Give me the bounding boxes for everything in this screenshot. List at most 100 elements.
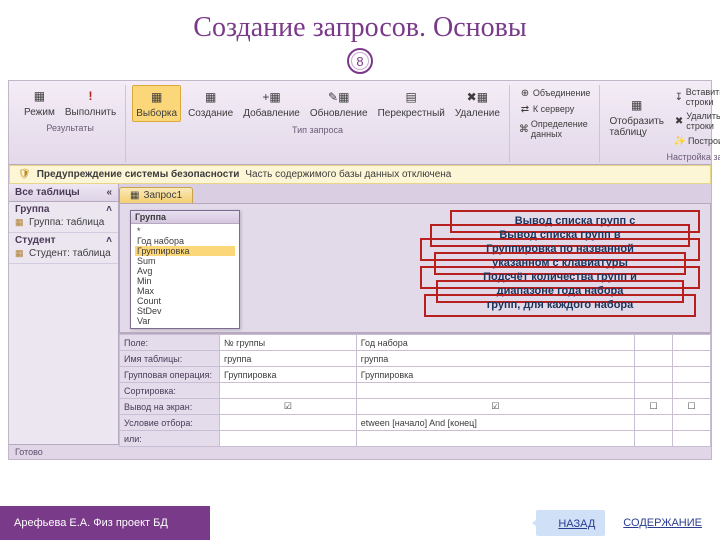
grid-cell[interactable] — [634, 383, 672, 399]
table-window-group[interactable]: Группа * Год набора Группировка Sum Avg … — [130, 210, 240, 329]
deleterows-button[interactable]: ✖Удалить строки — [671, 109, 720, 133]
grid-cell[interactable]: Группировка — [220, 367, 357, 383]
run-icon: ! — [82, 87, 100, 105]
grid-cell[interactable]: etween [начало] And [конец] — [356, 415, 634, 431]
edit-table-icon: ✎▦ — [330, 88, 348, 106]
grid-cell[interactable] — [634, 431, 672, 447]
maketable-button[interactable]: ▦Создание — [185, 86, 236, 121]
ribbon-group-results: ▦Режим !Выполнить Результаты — [15, 85, 126, 162]
grid-cell[interactable]: Группировка — [356, 367, 634, 383]
field-item[interactable]: Sum — [135, 256, 235, 266]
access-window: ▦Режим !Выполнить Результаты ▦Выборка ▦С… — [8, 80, 712, 460]
deleterow-icon: ✖ — [674, 115, 684, 127]
grid-cell[interactable] — [672, 383, 710, 399]
row-label: или: — [120, 431, 220, 447]
grid-cell[interactable]: Год набора — [356, 335, 634, 351]
chevron-left-icon[interactable]: « — [106, 187, 112, 198]
ribbon-group-querytype: ▦Выборка ▦Создание +▦Добавление ✎▦Обновл… — [126, 85, 510, 162]
chevron-up-icon[interactable]: ˄ — [106, 235, 112, 246]
select-query-button[interactable]: ▦Выборка — [132, 85, 181, 122]
field-item[interactable]: Var — [135, 316, 235, 326]
crosstab-button[interactable]: ▤Перекрестный — [375, 86, 448, 121]
append-button[interactable]: +▦Добавление — [240, 86, 303, 121]
ribbon: ▦Режим !Выполнить Результаты ▦Выборка ▦С… — [9, 81, 711, 165]
table-icon: ▦ — [148, 88, 166, 106]
field-item[interactable]: Avg — [135, 266, 235, 276]
field-item[interactable]: Группировка — [135, 246, 235, 256]
grid-cell[interactable] — [672, 367, 710, 383]
grid-cell[interactable] — [220, 383, 357, 399]
crosstab-icon: ▤ — [402, 88, 420, 106]
plus-table-icon: +▦ — [263, 88, 281, 106]
tab-query1[interactable]: ▦ Запрос1 — [119, 187, 193, 203]
navigation-pane: Все таблицы « Группа˄ Группа: таблица Ст… — [9, 184, 119, 444]
passthrough-button[interactable]: ⇄К серверу — [516, 101, 594, 117]
server-icon: ⇄ — [519, 103, 531, 115]
field-item[interactable]: * — [135, 226, 235, 236]
query-icon: ▦ — [130, 190, 139, 201]
chevron-up-icon[interactable]: ˄ — [106, 204, 112, 215]
grid-cell[interactable]: группа — [220, 351, 357, 367]
datadef-button[interactable]: ⌘Определение данных — [516, 117, 594, 141]
insertrows-button[interactable]: ↧Вставить строки — [671, 85, 720, 109]
update-button[interactable]: ✎▦Обновление — [307, 86, 371, 121]
slide-footer: Арефьева Е.А. Физ проект БД НАЗАД СОДЕРЖ… — [0, 506, 720, 540]
grid-cell[interactable] — [672, 351, 710, 367]
grid-cell[interactable] — [634, 335, 672, 351]
field-item[interactable]: Год набора — [135, 236, 235, 246]
grid-cell[interactable] — [220, 431, 357, 447]
nav-back-button[interactable]: НАЗАД — [536, 510, 605, 536]
view-button[interactable]: ▦Режим — [21, 85, 58, 120]
row-label: Условие отбора: — [120, 415, 220, 431]
security-warning-bar: 🛡 Предупреждение системы безопасности Ча… — [9, 165, 711, 184]
show-checkbox[interactable]: ☐ — [634, 399, 672, 415]
show-checkbox[interactable]: ☑ — [356, 399, 634, 415]
show-checkbox[interactable]: ☑ — [220, 399, 357, 415]
navpane-section-student: Студент˄ Студент: таблица — [9, 233, 118, 264]
row-label: Вывод на экран: — [120, 399, 220, 415]
navpane-section-group: Группа˄ Группа: таблица — [9, 202, 118, 233]
grid-cell[interactable] — [672, 335, 710, 351]
run-button[interactable]: !Выполнить — [62, 85, 119, 120]
grid-cell[interactable]: группа — [356, 351, 634, 367]
qbe-grid[interactable]: Поле: № группы Год набора Имя таблицы: г… — [119, 333, 711, 447]
union-button[interactable]: ⊕Объединение — [516, 85, 594, 101]
grid-cell[interactable] — [672, 431, 710, 447]
builder-button[interactable]: ✨Построитель — [671, 133, 720, 149]
query-design-canvas[interactable]: Группа * Год набора Группировка Sum Avg … — [119, 203, 711, 333]
field-item[interactable]: Min — [135, 276, 235, 286]
grid-icon: ▦ — [30, 87, 48, 105]
field-item[interactable]: Count — [135, 296, 235, 306]
ribbon-group-setup: ▦Отобразить таблицу ↧Вставить строки ✖Уд… — [600, 85, 720, 162]
main-area: ▦ Запрос1 Группа * Год набора Группировк… — [119, 184, 711, 444]
field-item[interactable]: StDev — [135, 306, 235, 316]
grid-cell[interactable] — [672, 415, 710, 431]
grid-cell[interactable] — [220, 415, 357, 431]
row-label: Сортировка: — [120, 383, 220, 399]
grid-cell[interactable] — [634, 367, 672, 383]
row-label: Имя таблицы: — [120, 351, 220, 367]
x-table-icon: ✖▦ — [468, 88, 486, 106]
ribbon-group-advanced: ⊕Объединение ⇄К серверу ⌘Определение дан… — [510, 85, 601, 162]
field-item[interactable]: Max — [135, 286, 235, 296]
table-window-title: Группа — [131, 211, 239, 224]
footer-author: Арефьева Е.А. Физ проект БД — [0, 506, 210, 540]
grid-cell[interactable] — [356, 431, 634, 447]
document-tabs: ▦ Запрос1 — [119, 184, 711, 203]
grid-cell[interactable] — [356, 383, 634, 399]
ddl-icon: ⌘ — [519, 123, 529, 135]
field-list[interactable]: * Год набора Группировка Sum Avg Min Max… — [131, 224, 239, 328]
navpane-item[interactable]: Группа: таблица — [15, 215, 112, 230]
grid-cell[interactable] — [634, 351, 672, 367]
callout: групп, для каждого набора — [424, 294, 696, 317]
navpane-item[interactable]: Студент: таблица — [15, 246, 112, 261]
delete-query-button[interactable]: ✖▦Удаление — [452, 86, 503, 121]
show-checkbox[interactable]: ☐ — [672, 399, 710, 415]
showtable-button[interactable]: ▦Отобразить таблицу — [606, 94, 667, 140]
grid-cell[interactable] — [634, 415, 672, 431]
shield-icon: 🛡 — [18, 169, 31, 180]
wand-icon: ✨ — [674, 135, 686, 147]
nav-toc-link[interactable]: СОДЕРЖАНИЕ — [623, 517, 702, 529]
grid-cell[interactable]: № группы — [220, 335, 357, 351]
navpane-header[interactable]: Все таблицы « — [9, 184, 118, 202]
